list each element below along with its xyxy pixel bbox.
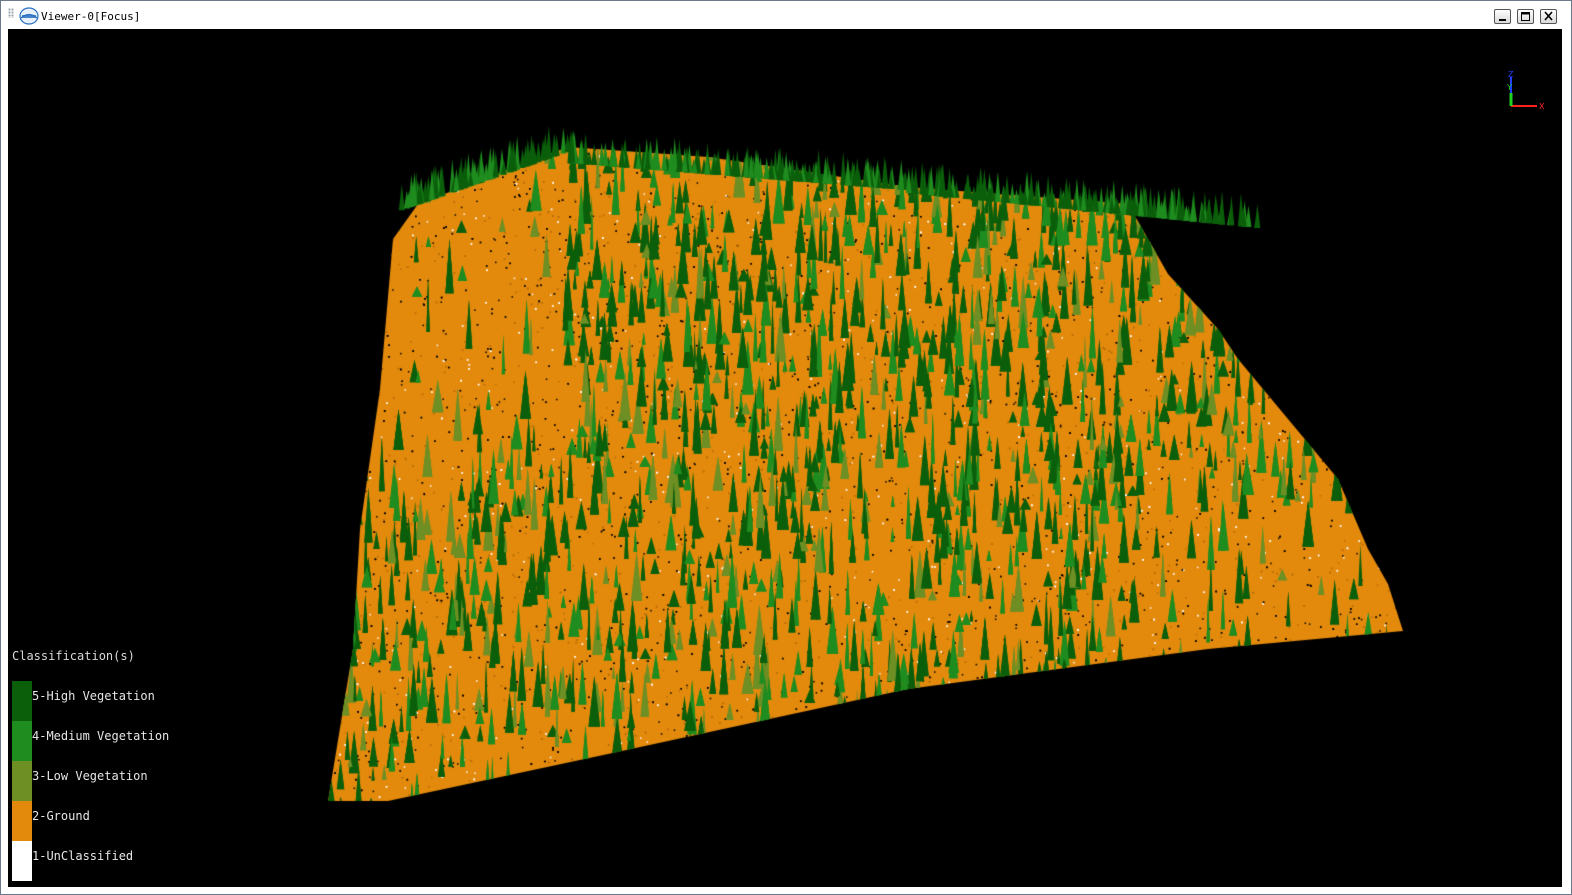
close-icon: [1544, 11, 1553, 21]
legend-item-low-vegetation: 3-Low Vegetation: [12, 761, 222, 801]
legend-label: 3-Low Vegetation: [32, 769, 148, 783]
legend-item-medium-vegetation: 4-Medium Vegetation: [12, 721, 222, 761]
legend-label: 5-High Vegetation: [32, 689, 155, 703]
legend-swatch: [12, 841, 32, 881]
window-title: Viewer-0[Focus]: [41, 10, 141, 23]
point-cloud-canvas[interactable]: [8, 29, 1562, 887]
legend-swatch: [12, 801, 32, 841]
legend-label: 1-UnClassified: [32, 849, 134, 863]
maximize-icon: [1521, 12, 1530, 21]
viewer-window: Viewer-0[Focus] Z Y X Classification(s) …: [0, 0, 1572, 895]
title-bar[interactable]: Viewer-0[Focus]: [1, 1, 1571, 27]
legend-swatch: [12, 721, 32, 761]
classification-legend: Classification(s) 5-High Vegetation 4-Me…: [8, 649, 228, 887]
legend-title: Classification(s): [12, 649, 135, 663]
z-axis-label: Z: [1508, 71, 1514, 79]
legend-item-high-vegetation: 5-High Vegetation: [12, 681, 222, 721]
point-cloud-viewport[interactable]: Z Y X Classification(s) 5-High Vegetatio…: [8, 29, 1562, 887]
legend-item-unclassified: 1-UnClassified: [12, 841, 222, 881]
legend-item-ground: 2-Ground: [12, 801, 222, 841]
close-button[interactable]: [1540, 9, 1557, 24]
legend-swatch: [12, 681, 32, 721]
lidar-app-logo-icon: [19, 7, 39, 25]
axis-gizmo: Z Y X: [1506, 71, 1545, 111]
legend-swatch: [12, 761, 32, 801]
minimize-button[interactable]: [1494, 9, 1511, 24]
x-axis-label: X: [1539, 102, 1545, 111]
minimize-icon: [1499, 19, 1506, 21]
y-axis-label: Y: [1506, 83, 1512, 92]
drag-grip-icon[interactable]: [8, 8, 14, 18]
legend-label: 4-Medium Vegetation: [32, 729, 170, 743]
legend-label: 2-Ground: [32, 809, 90, 823]
maximize-button[interactable]: [1517, 9, 1534, 24]
